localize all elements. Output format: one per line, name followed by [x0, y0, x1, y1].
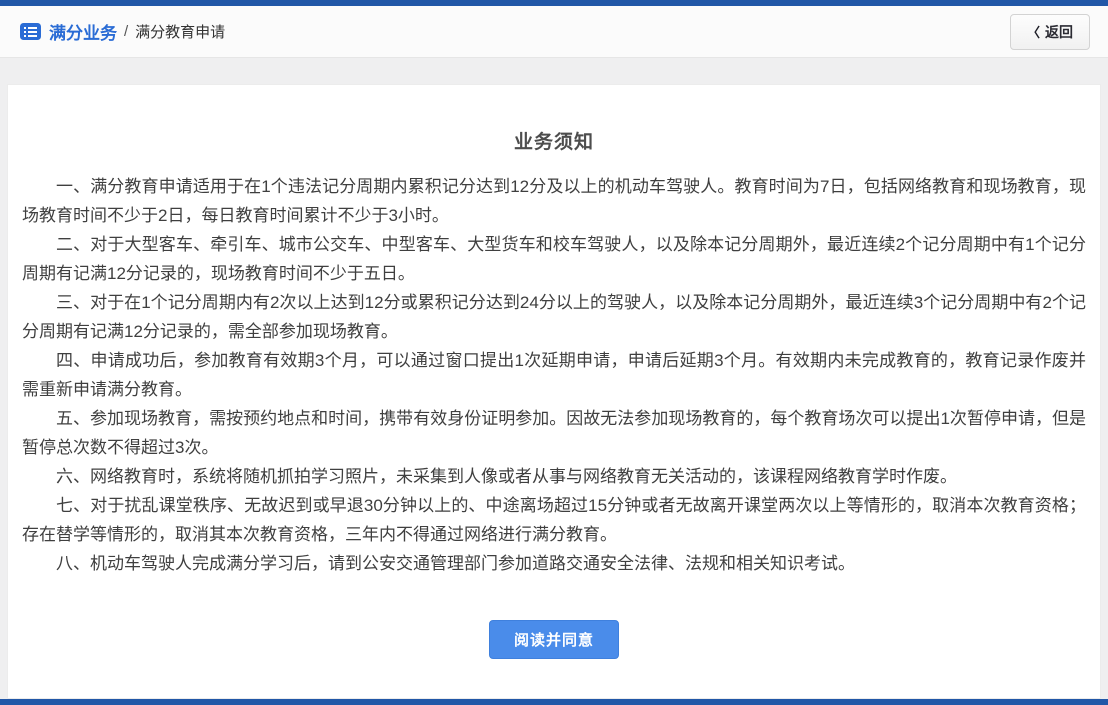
header: 满分业务 / 满分教育申请 〈 返回	[0, 6, 1108, 58]
notice-paragraph-2: 二、对于大型客车、牵引车、城市公交车、中型客车、大型货车和校车驾驶人，以及除本记…	[22, 230, 1086, 288]
agree-button-row: 阅读并同意	[22, 620, 1086, 659]
notice-paragraph-1: 一、满分教育申请适用于在1个违法记分周期内累积记分达到12分及以上的机动车驾驶人…	[22, 172, 1086, 230]
breadcrumb: 满分业务 / 满分教育申请	[20, 19, 225, 44]
notice-paragraph-6: 六、网络教育时，系统将随机抓拍学习照片，未采集到人像或者从事与网络教育无关活动的…	[22, 462, 1086, 491]
notice-title: 业务须知	[22, 127, 1086, 154]
breadcrumb-section[interactable]: 满分业务	[49, 19, 117, 44]
back-button[interactable]: 〈 返回	[1010, 14, 1090, 50]
notice-card: 业务须知 一、满分教育申请适用于在1个违法记分周期内累积记分达到12分及以上的机…	[7, 84, 1101, 699]
notice-paragraph-4: 四、申请成功后，参加教育有效期3个月，可以通过窗口提出1次延期申请，申请后延期3…	[22, 346, 1086, 404]
notice-paragraph-3: 三、对于在1个记分周期内有2次以上达到12分或累积记分达到24分以上的驾驶人，以…	[22, 288, 1086, 346]
notice-paragraph-8: 八、机动车驾驶人完成满分学习后，请到公安交通管理部门参加道路交通安全法律、法规和…	[22, 549, 1086, 578]
menu-list-icon	[20, 23, 41, 40]
back-button-label: 返回	[1045, 22, 1073, 42]
agree-button[interactable]: 阅读并同意	[489, 620, 619, 659]
notice-paragraph-5: 五、参加现场教育，需按预约地点和时间，携带有效身份证明参加。因故无法参加现场教育…	[22, 404, 1086, 462]
chevron-left-icon: 〈	[1027, 22, 1040, 41]
notice-paragraph-7: 七、对于扰乱课堂秩序、无故迟到或早退30分钟以上的、中途离场超过15分钟或者无故…	[22, 491, 1086, 549]
bottom-accent-bar	[0, 699, 1108, 705]
breadcrumb-separator: /	[124, 23, 128, 40]
breadcrumb-current: 满分教育申请	[135, 21, 225, 42]
